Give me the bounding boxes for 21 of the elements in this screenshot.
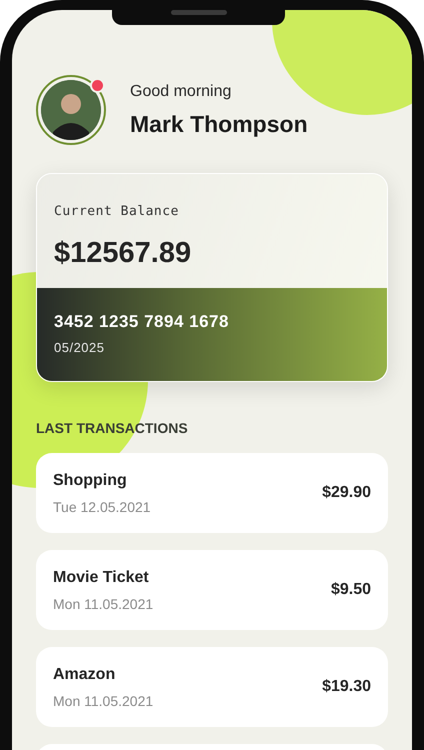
card-expiry: 05/2025 [54,340,106,355]
person-silhouette-icon [41,80,101,140]
transaction-date: Mon 11.05.2021 [53,692,154,708]
balance-card[interactable]: Current Balance $12567.89 3452 1235 7894 1678 05/2025 [36,173,388,382]
greeting-text: Good morning [130,82,232,100]
transaction-card[interactable]: Amazon Mon 11.05.2021 $19.30 [36,647,388,727]
transaction-name: Movie Ticket [53,568,150,586]
transaction-name: Amazon [53,666,116,684]
transaction-date: Tue 12.05.2021 [53,498,151,514]
balance-amount: $12567.89 [54,237,192,270]
transaction-name: Shopping [53,472,128,490]
transaction-date: Mon 11.05.2021 [53,596,154,612]
transaction-amount: $9.50 [330,581,371,599]
user-name: Mark Thompson [130,110,308,138]
card-number: 3452 1235 7894 1678 [54,312,230,332]
transaction-card[interactable]: Movie Ticket Mon 11.05.2021 $9.50 [36,550,388,630]
avatar[interactable] [36,75,106,145]
balance-label: Current Balance [54,204,180,219]
transaction-amount: $19.30 [322,678,371,696]
transaction-card[interactable]: Shopping Tue 12.05.2021 $29.90 [36,453,388,533]
transaction-amount: $29.90 [322,484,371,502]
